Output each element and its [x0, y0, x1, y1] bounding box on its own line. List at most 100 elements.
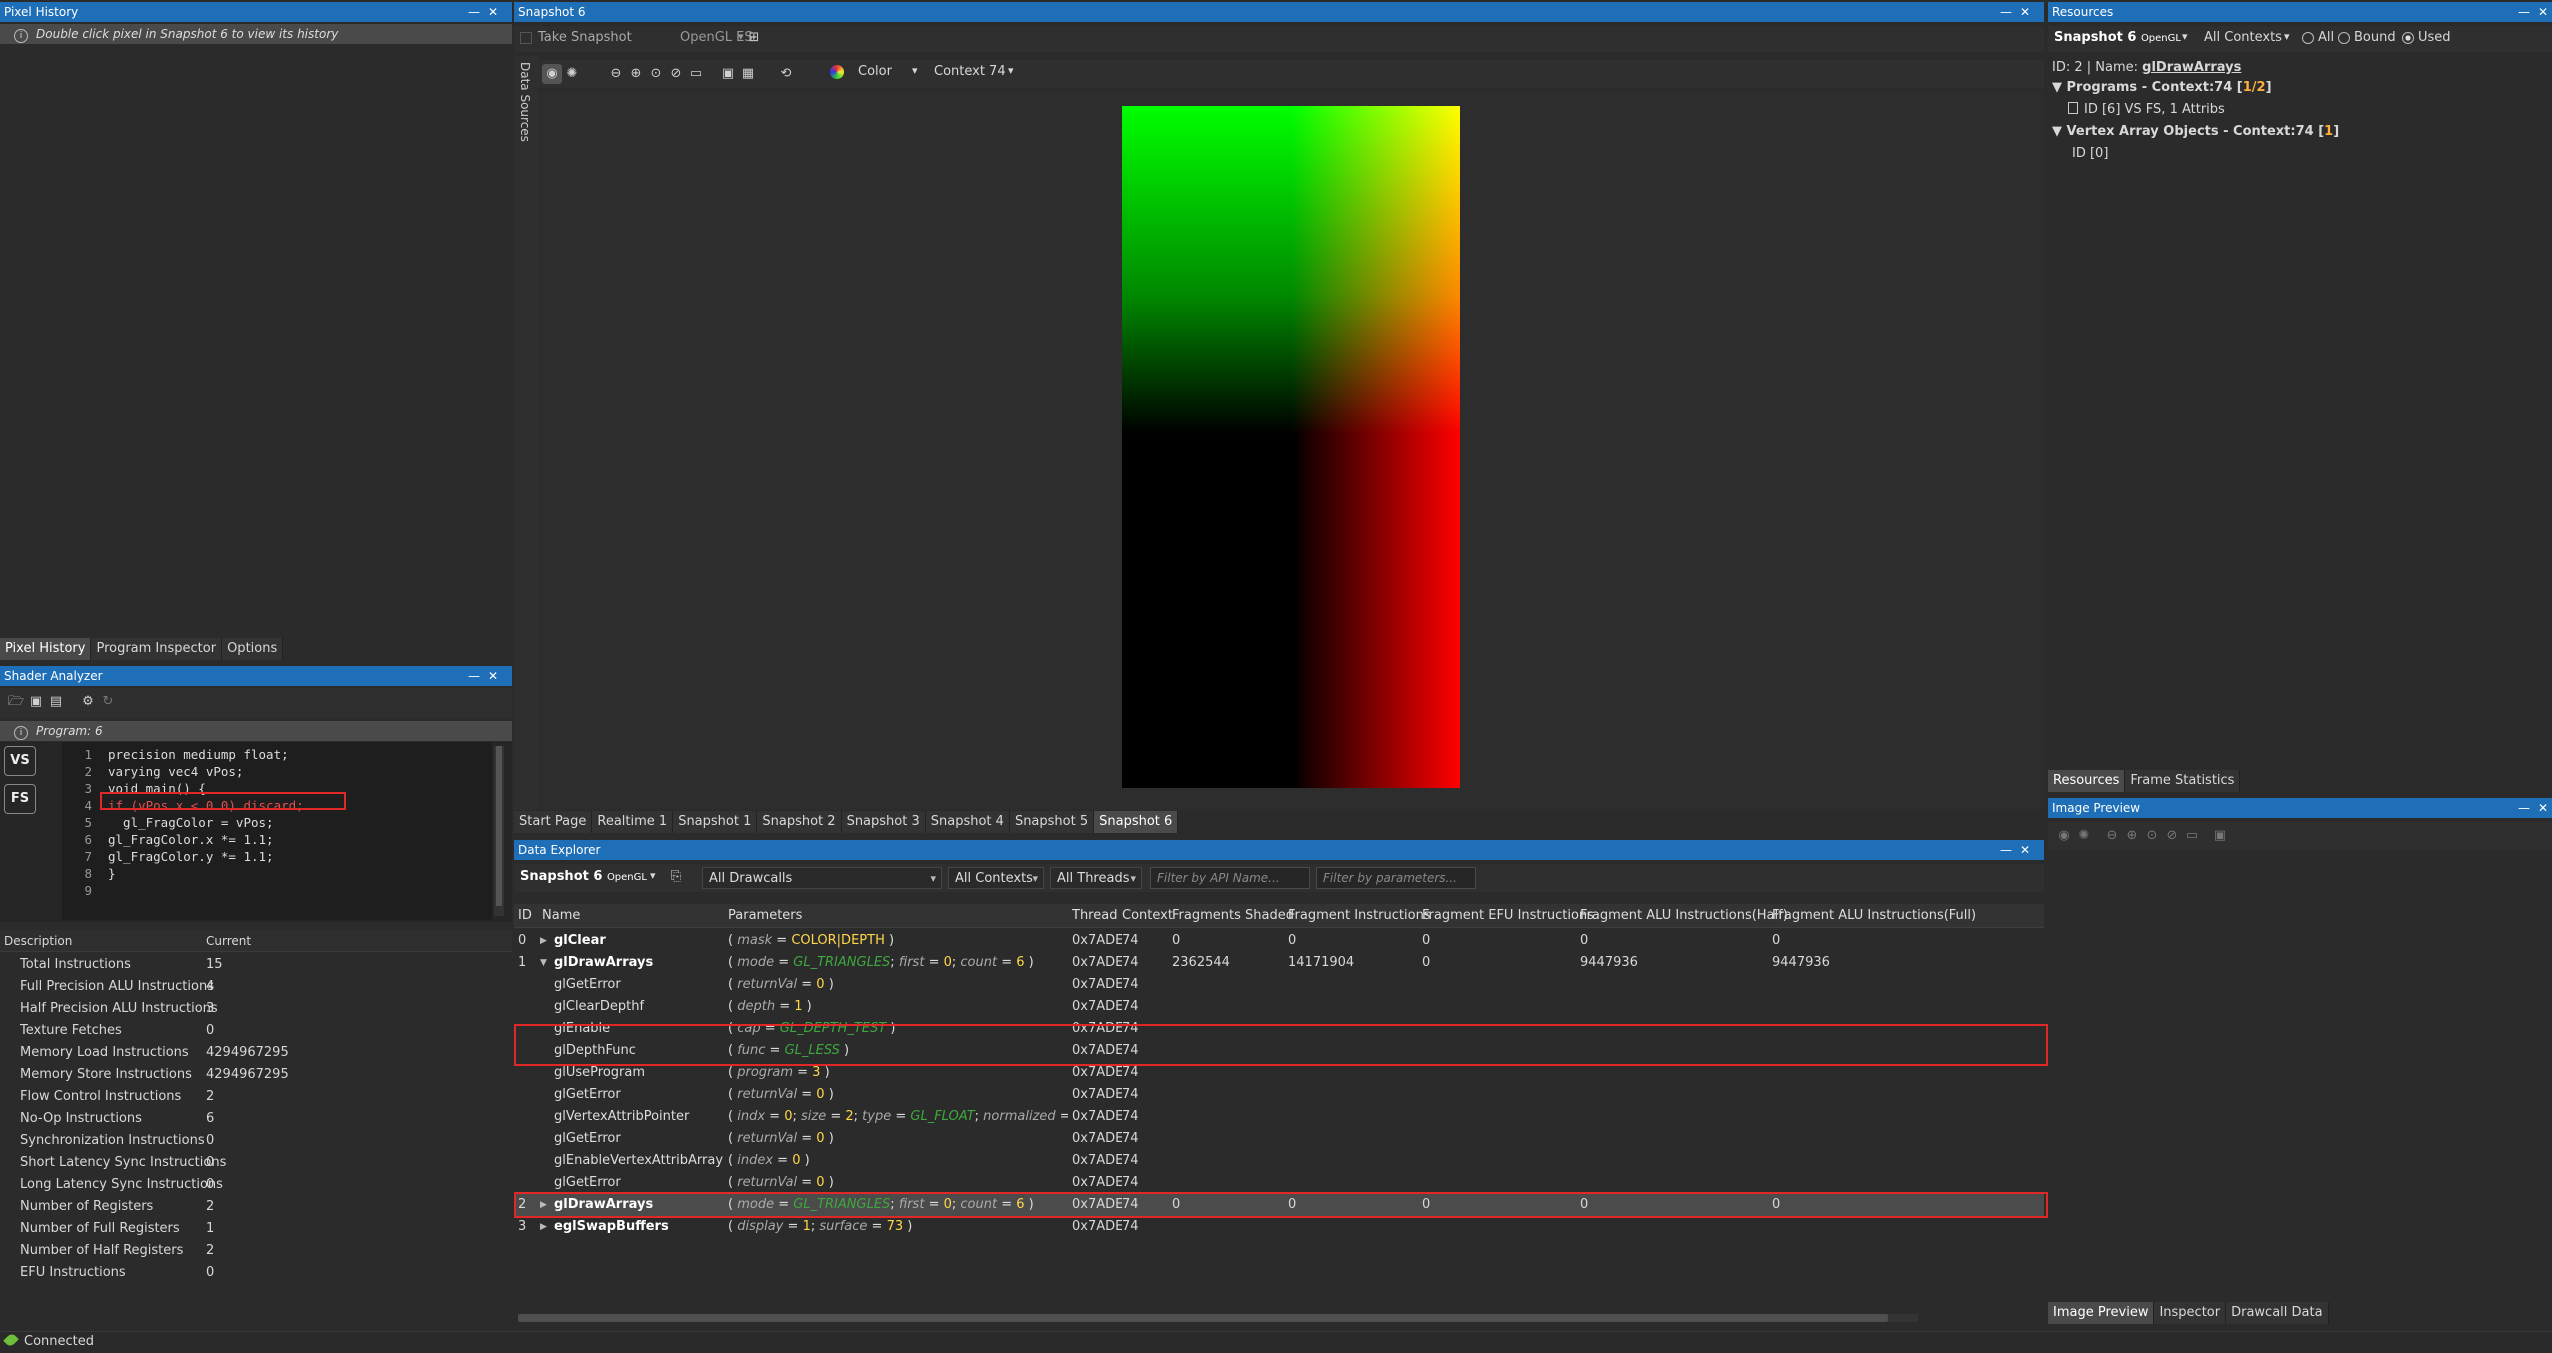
tab-realtime-1[interactable]: Realtime 1 [592, 811, 674, 833]
tab-drawcall-data[interactable]: Drawcall Data [2226, 1302, 2329, 1324]
save-image-icon[interactable]: ▣ [718, 64, 738, 84]
zoom-in-icon[interactable]: ⊕ [626, 64, 646, 84]
tab-pixel-history[interactable]: Pixel History [0, 638, 92, 660]
resources-contexts-select[interactable]: All Contexts [2204, 30, 2282, 45]
data-sources-label[interactable]: Data Sources [518, 62, 532, 142]
expanded-arrow-icon[interactable]: ▼ [540, 952, 552, 974]
panel-window-buttons[interactable]: —✕ [2518, 798, 2552, 818]
radio-bound[interactable] [2338, 32, 2350, 44]
tab-program-inspector[interactable]: Program Inspector [91, 638, 223, 660]
tab-inspector[interactable]: Inspector [2154, 1302, 2227, 1324]
horizontal-scrollbar[interactable] [518, 1314, 1918, 1322]
tab-snapshot-5[interactable]: Snapshot 5 [1009, 811, 1095, 833]
program-item[interactable]: ID [6] VS FS, 1 Attribs [2068, 102, 2225, 117]
chevron-down-icon[interactable]: ▾ [738, 30, 744, 43]
tab-snapshot-6[interactable]: Snapshot 6 [1094, 811, 1179, 833]
code-line[interactable]: 8} [62, 865, 115, 882]
data-sources-sidebar[interactable]: Data Sources [514, 56, 538, 810]
chevron-down-icon[interactable]: ▾ [2182, 30, 2188, 43]
resource-id-name[interactable]: glDrawArrays [2142, 60, 2241, 75]
threads-filter[interactable]: All Threads [1050, 867, 1142, 890]
radio-all-label[interactable]: All [2318, 30, 2334, 45]
rendered-image[interactable] [1122, 106, 1460, 788]
column-header-name[interactable]: Name [542, 904, 580, 928]
sync-icon[interactable]: ⟲ [776, 64, 796, 84]
api-call-row[interactable]: glDepthFunc ( func = GL_LESS ) 0x7ADE 74 [514, 1040, 2044, 1062]
api-call-row[interactable]: 2 ▶ glDrawArrays ( mode = GL_TRIANGLES; fir… [514, 1194, 2044, 1216]
code-line[interactable]: 4 if (vPos.x < 0.0) discard; [62, 797, 303, 814]
column-header-thread[interactable]: Thread [1072, 904, 1117, 928]
api-call-row[interactable]: glClearDepthf ( depth = 1 ) 0x7ADE 74 [514, 996, 2044, 1018]
tab-start-page[interactable]: Start Page [514, 811, 593, 833]
render-target-icon[interactable]: ◉ [2054, 826, 2074, 846]
depth-icon[interactable]: ✺ [2074, 826, 2094, 846]
zoom-in-icon[interactable]: ⊕ [2122, 826, 2142, 846]
api-call-row[interactable]: glGetError ( returnVal = 0 ) 0x7ADE 74 [514, 974, 2044, 996]
radio-bound-label[interactable]: Bound [2354, 30, 2396, 45]
tab-snapshot-3[interactable]: Snapshot 3 [841, 811, 926, 833]
zoom-fit-icon[interactable]: ⊘ [2162, 826, 2182, 846]
horizontal-scrollbar-thumb[interactable] [518, 1314, 1888, 1322]
api-call-row[interactable]: glGetError ( returnVal = 0 ) 0x7ADE 74 [514, 1128, 2044, 1150]
api-call-row[interactable]: 1 ▼ glDrawArrays ( mode = GL_TRIANGLES; fir… [514, 952, 2044, 974]
code-line[interactable]: 5 gl_FragColor = vPos; [62, 814, 273, 831]
tab-resources[interactable]: Resources [2048, 770, 2126, 792]
filter-params-input[interactable]: Filter by parameters... [1316, 867, 1476, 889]
zoom-reset-icon[interactable]: ⊙ [646, 64, 666, 84]
take-snapshot-label[interactable]: Take Snapshot [538, 30, 632, 45]
code-scrollbar-thumb[interactable] [496, 746, 502, 906]
depth-icon[interactable]: ✺ [562, 64, 582, 84]
api-call-row[interactable]: glVertexAttribPointer ( indx = 0; size = … [514, 1106, 2044, 1128]
code-line[interactable]: 2 varying vec4 vPos; [62, 763, 243, 780]
chevron-down-icon[interactable]: ▾ [2284, 30, 2290, 43]
column-header-fragments-shaded[interactable]: Fragments Shaded [1172, 904, 1294, 928]
zoom-out-icon[interactable]: ⊖ [2102, 826, 2122, 846]
api-call-row[interactable]: glGetError ( returnVal = 0 ) 0x7ADE 74 [514, 1084, 2044, 1106]
code-line[interactable]: 6 gl_FragColor.x *= 1.1; [62, 831, 273, 848]
save-all-icon[interactable]: ▤ [46, 692, 66, 712]
filter-api-input[interactable]: Filter by API Name... [1150, 867, 1310, 889]
stats-header-current[interactable]: Current [206, 930, 251, 952]
tab-snapshot-2[interactable]: Snapshot 2 [757, 811, 842, 833]
programs-node[interactable]: ▼ Programs - Context:74 [1/2] [2052, 80, 2272, 95]
refresh-icon[interactable]: ↻ [98, 692, 118, 712]
chevron-down-icon[interactable]: ▾ [650, 869, 656, 882]
take-snapshot-checkbox[interactable] [520, 32, 532, 44]
radio-all[interactable] [2302, 32, 2314, 44]
column-header-parameters[interactable]: Parameters [728, 904, 802, 928]
panel-window-buttons[interactable]: —✕ [2000, 840, 2038, 860]
vao-node[interactable]: ▼ Vertex Array Objects - Context:74 [1] [2052, 124, 2339, 139]
panel-window-buttons[interactable]: —✕ [2000, 2, 2038, 22]
code-editor[interactable]: 1 precision mediump float; 2 varying vec4 v… [62, 742, 492, 920]
render-viewport[interactable] [538, 92, 2044, 810]
api-call-row[interactable]: glGetError ( returnVal = 0 ) 0x7ADE 74 [514, 1172, 2044, 1194]
resources-snapshot-selector[interactable]: Snapshot 6 OpenGL [2054, 30, 2181, 45]
fragment-shader-button[interactable]: FS [4, 784, 36, 814]
save-icon[interactable]: ▣ [26, 692, 46, 712]
export-icon[interactable]: ⎘ [666, 867, 686, 887]
contexts-filter[interactable]: All Contexts [948, 867, 1044, 890]
chevron-down-icon[interactable]: ▾ [912, 64, 918, 77]
vao-item[interactable]: ID [0] [2072, 146, 2108, 161]
column-header-context[interactable]: Context [1122, 904, 1173, 928]
api-call-row[interactable]: glEnable ( cap = GL_DEPTH_TEST ) 0x7ADE 74 [514, 1018, 2044, 1040]
expand-arrow-icon[interactable]: ▼ [2052, 124, 2067, 139]
api-call-row[interactable]: 3 ▶ eglSwapBuffers ( display = 1; surface =… [514, 1216, 2044, 1238]
tab-options[interactable]: Options [222, 638, 284, 660]
tab-frame-statistics[interactable]: Frame Statistics [2125, 770, 2241, 792]
api-call-row[interactable]: 0 ▶ glClear ( mask = COLOR|DEPTH ) 0x7ADE 74 0… [514, 930, 2044, 952]
context-select[interactable]: Context 74 [934, 64, 1006, 79]
image-preview-area[interactable] [2048, 852, 2552, 1300]
snapshot-selector[interactable]: Snapshot 6 OpenGL [520, 869, 647, 884]
code-line[interactable]: 1 precision mediump float; [62, 746, 288, 763]
column-header-id[interactable]: ID [518, 904, 532, 928]
fullscreen-icon[interactable]: ▭ [686, 64, 706, 84]
radio-used-label[interactable]: Used [2418, 30, 2451, 45]
compile-icon[interactable]: ⚙ [78, 692, 98, 712]
save-image-icon[interactable]: ▣ [2210, 826, 2230, 846]
fullscreen-icon[interactable]: ▭ [2182, 826, 2202, 846]
render-target-icon[interactable]: ◉ [542, 64, 562, 84]
drawcalls-filter[interactable]: All Drawcalls [702, 867, 942, 890]
chevron-down-icon[interactable]: ▾ [1008, 64, 1014, 77]
column-header-fragment-instructions[interactable]: Fragment Instructions [1288, 904, 1431, 928]
